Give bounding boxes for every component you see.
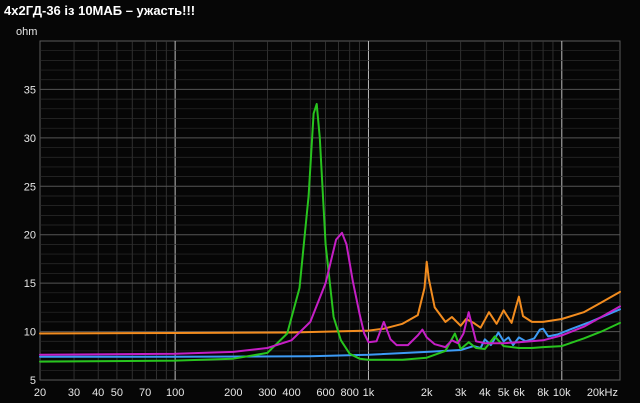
grid	[39, 40, 621, 381]
x-tick-label: 1k	[363, 387, 375, 399]
y-axis-unit-label: ohm	[16, 26, 37, 38]
x-tick-label: 2k	[421, 387, 433, 399]
x-tick-label: 40	[92, 387, 104, 399]
chart-window: 4х2ГД-36 із 10МАБ – ужасть!!! ohm 20 30 40…	[0, 0, 640, 403]
y-axis-ticks: 5 10 15 20 25 30 35	[24, 84, 36, 387]
y-tick-label: 25	[24, 181, 36, 193]
y-tick-label: 15	[24, 278, 36, 290]
x-tick-label: 70	[139, 387, 151, 399]
y-tick-label: 10	[24, 327, 36, 339]
y-tick-label: 35	[24, 84, 36, 96]
x-tick-label: 100	[166, 387, 184, 399]
x-axis-ticks: 20 30 40 50 70 100 200 300 400 600 800 1k 2k 3k 4k 5k 6k…	[34, 387, 618, 399]
series-line-3	[39, 103, 621, 363]
x-tick-label: 6k	[513, 387, 525, 399]
x-tick-label: 800	[341, 387, 359, 399]
y-tick-label: 20	[24, 230, 36, 242]
x-tick-label: 20	[34, 387, 46, 399]
impedance-chart: ohm 20 30 40 50 70 100 200 300 400 600 800 1k 2k 3k 4k…	[16, 26, 621, 399]
x-tick-label: 300	[258, 387, 276, 399]
x-tick-label: 30	[68, 387, 80, 399]
x-tick-label: 4k	[479, 387, 491, 399]
x-tick-label: 3k	[455, 387, 467, 399]
series-group	[39, 103, 621, 363]
x-tick-label: 10k	[553, 387, 571, 399]
y-tick-label: 5	[30, 375, 36, 387]
series-line-4	[39, 231, 621, 356]
x-tick-label: 200	[224, 387, 242, 399]
plot-frame	[39, 40, 621, 381]
x-tick-label: 600	[316, 387, 334, 399]
x-tick-label: 400	[282, 387, 300, 399]
x-tick-label: 5k	[498, 387, 510, 399]
x-tick-label: 20kHz	[587, 387, 618, 399]
series-line-1	[39, 260, 621, 335]
x-tick-label: 8k	[537, 387, 549, 399]
y-tick-label: 30	[24, 133, 36, 145]
x-tick-label: 50	[111, 387, 123, 399]
